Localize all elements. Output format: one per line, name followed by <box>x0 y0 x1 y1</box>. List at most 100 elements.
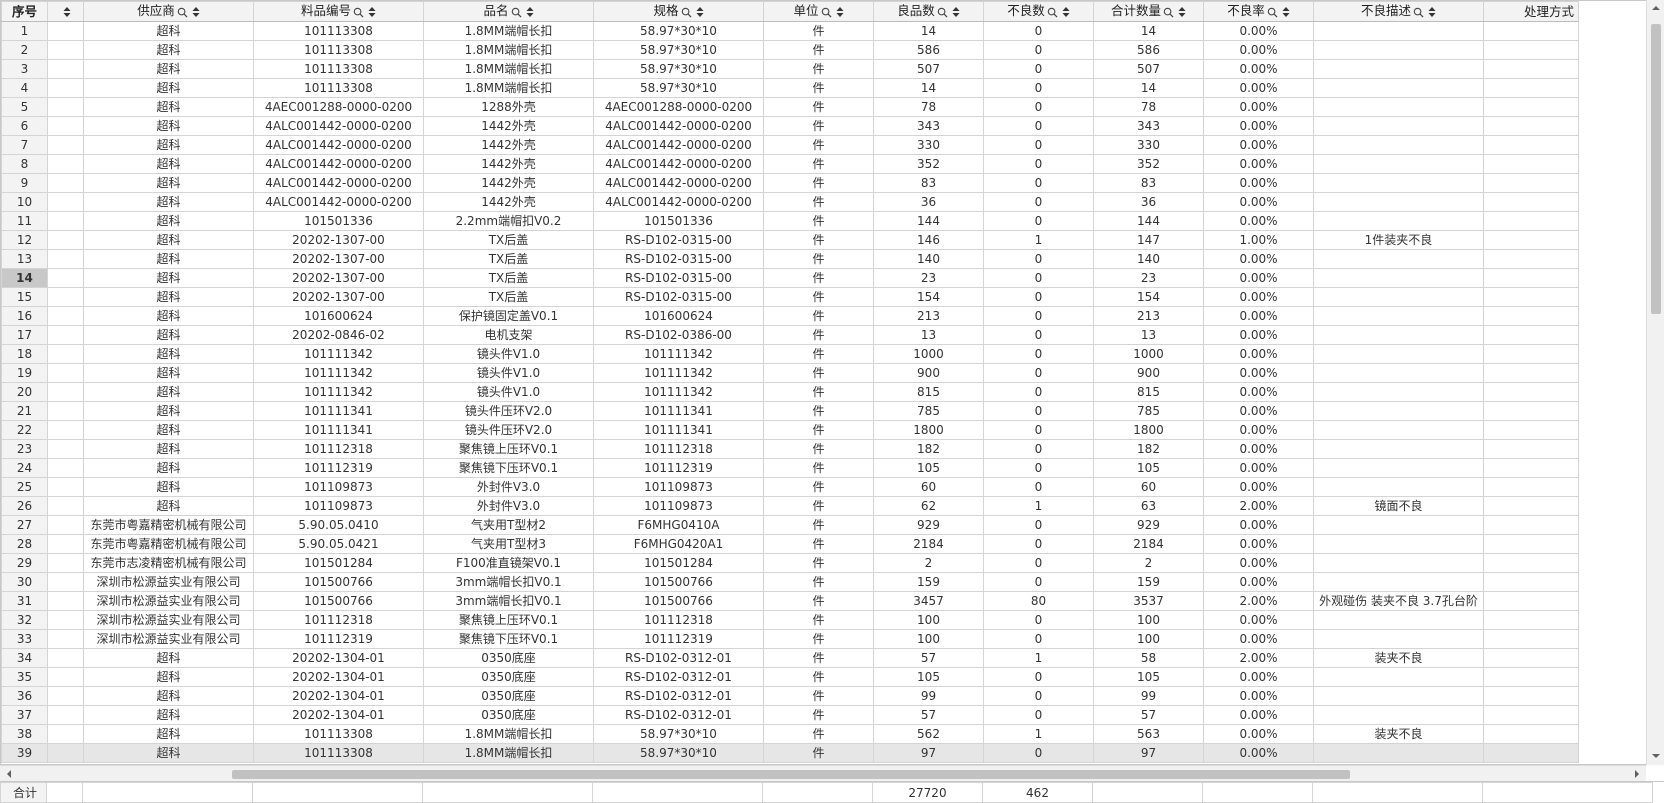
unit-cell[interactable]: 件 <box>763 667 874 687</box>
part-no-cell[interactable]: 20202-1304-01 <box>253 648 424 668</box>
method-cell[interactable] <box>1482 496 1580 516</box>
supplier-cell[interactable]: 超科 <box>83 477 254 497</box>
total-cell[interactable]: 815 <box>1093 382 1204 402</box>
search-icon[interactable] <box>511 7 522 18</box>
part-no-cell[interactable]: 101111342 <box>253 344 424 364</box>
horizontal-scrollbar[interactable] <box>0 765 1646 781</box>
total-cell[interactable]: 99 <box>1093 686 1204 706</box>
name-cell[interactable]: 镜头件压环V2.0 <box>423 401 594 421</box>
row-number[interactable]: 21 <box>1 401 48 421</box>
sort-icon[interactable] <box>1428 6 1436 18</box>
name-cell[interactable]: TX后盖 <box>423 249 594 269</box>
method-cell[interactable] <box>1482 116 1580 136</box>
rate-cell[interactable]: 0.00% <box>1203 724 1314 744</box>
good-cell[interactable]: 83 <box>873 173 984 193</box>
table-row[interactable]: 27 东莞市粤嘉精密机械有限公司 5.90.05.0410 气夹用T型材2 F6MHG0… <box>1 515 1580 535</box>
bad-cell[interactable]: 0 <box>983 173 1094 193</box>
good-cell[interactable]: 154 <box>873 287 984 307</box>
good-cell[interactable]: 146 <box>873 230 984 250</box>
spec-cell[interactable]: RS-D102-0386-00 <box>593 325 764 345</box>
good-cell[interactable]: 140 <box>873 249 984 269</box>
bad-cell[interactable]: 0 <box>983 21 1094 41</box>
rate-cell[interactable]: 0.00% <box>1203 401 1314 421</box>
rate-cell[interactable]: 0.00% <box>1203 135 1314 155</box>
part-no-cell[interactable]: 101113308 <box>253 78 424 98</box>
part-no-cell[interactable]: 101500766 <box>253 572 424 592</box>
sort-icon[interactable] <box>1282 6 1290 18</box>
bad-cell[interactable]: 1 <box>983 724 1094 744</box>
total-cell[interactable]: 60 <box>1093 477 1204 497</box>
row-number[interactable]: 32 <box>1 610 48 630</box>
total-cell[interactable]: 2184 <box>1093 534 1204 554</box>
unit-cell[interactable]: 件 <box>763 116 874 136</box>
bad-cell[interactable]: 0 <box>983 382 1094 402</box>
desc-cell[interactable] <box>1313 192 1484 212</box>
method-cell[interactable] <box>1482 743 1580 763</box>
name-cell[interactable]: 0350底座 <box>423 648 594 668</box>
row-number[interactable]: 8 <box>1 154 48 174</box>
supplier-cell[interactable]: 超科 <box>83 705 254 725</box>
part-no-cell[interactable]: 101113308 <box>253 59 424 79</box>
total-cell[interactable]: 100 <box>1093 610 1204 630</box>
good-cell[interactable]: 929 <box>873 515 984 535</box>
table-row[interactable]: 12 超科 20202-1307-00 TX后盖 RS-D102-0315-00 件 146… <box>1 230 1580 250</box>
rate-cell[interactable]: 0.00% <box>1203 78 1314 98</box>
rate-cell[interactable]: 0.00% <box>1203 344 1314 364</box>
good-cell[interactable]: 100 <box>873 629 984 649</box>
rate-cell[interactable]: 0.00% <box>1203 363 1314 383</box>
rate-cell[interactable]: 0.00% <box>1203 59 1314 79</box>
row-number[interactable]: 6 <box>1 116 48 136</box>
row-number[interactable]: 35 <box>1 667 48 687</box>
total-cell[interactable]: 36 <box>1093 192 1204 212</box>
part-no-cell[interactable]: 20202-1304-01 <box>253 686 424 706</box>
part-no-cell[interactable]: 101113308 <box>253 743 424 763</box>
column-header-unit[interactable]: 单位 <box>763 1 874 22</box>
total-cell[interactable]: 144 <box>1093 211 1204 231</box>
spec-cell[interactable]: 58.97*30*10 <box>593 21 764 41</box>
part-no-cell[interactable]: 4ALC001442-0000-0200 <box>253 116 424 136</box>
part-no-cell[interactable]: 4ALC001442-0000-0200 <box>253 192 424 212</box>
bad-cell[interactable]: 0 <box>983 534 1094 554</box>
column-header-desc[interactable]: 不良描述 <box>1313 1 1484 22</box>
rate-cell[interactable]: 0.00% <box>1203 439 1314 459</box>
column-header-name[interactable]: 品名 <box>423 1 594 22</box>
spec-cell[interactable]: 4ALC001442-0000-0200 <box>593 173 764 193</box>
unit-cell[interactable]: 件 <box>763 78 874 98</box>
table-row[interactable]: 26 超科 101109873 外封件V3.0 101109873 件 62 1 63 2.00%… <box>1 496 1580 516</box>
supplier-cell[interactable]: 超科 <box>83 154 254 174</box>
bad-cell[interactable]: 0 <box>983 401 1094 421</box>
row-number[interactable]: 10 <box>1 192 48 212</box>
rate-cell[interactable]: 0.00% <box>1203 173 1314 193</box>
supplier-cell[interactable]: 超科 <box>83 686 254 706</box>
table-row[interactable]: 38 超科 101113308 1.8MM端帽长扣 58.97*30*10 件 562 1 56… <box>1 724 1580 744</box>
bad-cell[interactable]: 0 <box>983 192 1094 212</box>
unit-cell[interactable]: 件 <box>763 59 874 79</box>
row-number[interactable]: 26 <box>1 496 48 516</box>
desc-cell[interactable] <box>1313 116 1484 136</box>
total-cell[interactable]: 140 <box>1093 249 1204 269</box>
scroll-right-arrow-icon[interactable] <box>1632 769 1642 779</box>
total-cell[interactable]: 105 <box>1093 458 1204 478</box>
row-number[interactable]: 12 <box>1 230 48 250</box>
part-no-cell[interactable]: 20202-1304-01 <box>253 705 424 725</box>
unit-cell[interactable]: 件 <box>763 420 874 440</box>
scroll-up-arrow-icon[interactable] <box>1651 3 1661 13</box>
bad-cell[interactable]: 0 <box>983 629 1094 649</box>
bad-cell[interactable]: 0 <box>983 458 1094 478</box>
method-cell[interactable] <box>1482 173 1580 193</box>
part-no-cell[interactable]: 4ALC001442-0000-0200 <box>253 135 424 155</box>
supplier-cell[interactable]: 超科 <box>83 439 254 459</box>
row-number[interactable]: 11 <box>1 211 48 231</box>
rate-cell[interactable]: 0.00% <box>1203 382 1314 402</box>
bad-cell[interactable]: 0 <box>983 420 1094 440</box>
table-row[interactable]: 10 超科 4ALC001442-0000-0200 1442外壳 4ALC001442… <box>1 192 1580 212</box>
spec-cell[interactable]: 4ALC001442-0000-0200 <box>593 154 764 174</box>
bad-cell[interactable]: 0 <box>983 135 1094 155</box>
row-number[interactable]: 17 <box>1 325 48 345</box>
row-number[interactable]: 9 <box>1 173 48 193</box>
supplier-cell[interactable]: 超科 <box>83 458 254 478</box>
spec-cell[interactable]: 101112319 <box>593 629 764 649</box>
row-number[interactable]: 29 <box>1 553 48 573</box>
desc-cell[interactable] <box>1313 553 1484 573</box>
sort-icon[interactable] <box>1178 6 1186 18</box>
